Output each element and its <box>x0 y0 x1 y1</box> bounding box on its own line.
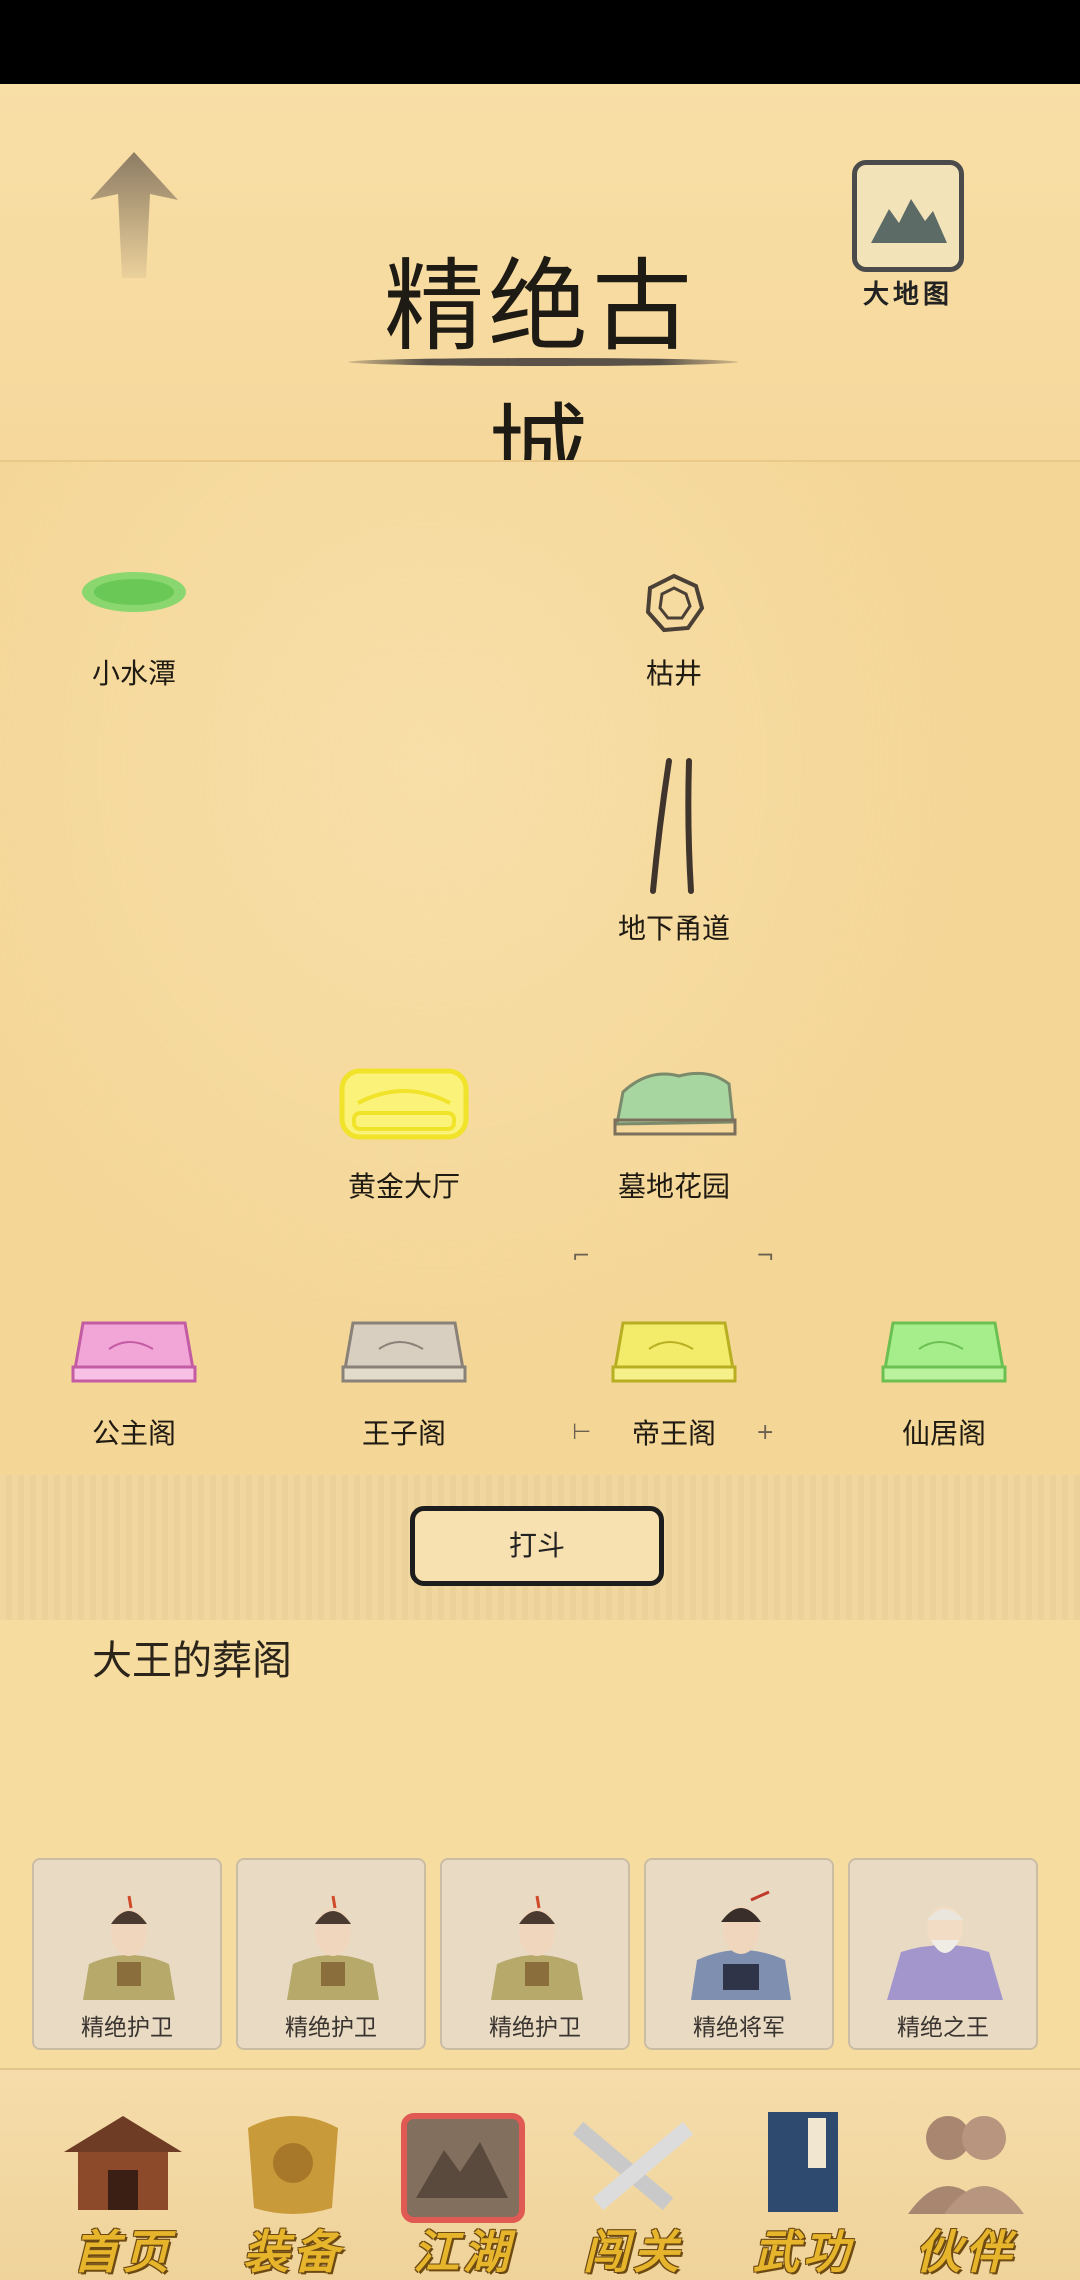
location-princess-pavilion[interactable]: 公主阁 <box>34 1317 234 1462</box>
nav-home[interactable]: 首页 <box>48 2108 198 2279</box>
enemy-name: 精绝护卫 <box>285 2015 377 2041</box>
status-bar <box>0 0 1080 84</box>
location-dry-well[interactable]: 枯井 <box>574 572 774 692</box>
partners-icon <box>908 2116 1024 2214</box>
location-prince-pavilion[interactable]: 王子阁 <box>304 1317 504 1462</box>
gray-chest-icon <box>341 1321 467 1383</box>
nav-label: 首页 <box>73 2225 173 2279</box>
location-label: 枯井 <box>645 657 702 690</box>
location-label: 仙居阁 <box>901 1417 986 1450</box>
scene-title: 大王的葬阁 <box>92 1638 292 1684</box>
tomb-garden-icon <box>613 1071 737 1136</box>
mountain-icon <box>852 160 964 272</box>
location-emperor-pavilion[interactable]: 帝王阁 <box>574 1317 774 1462</box>
nav-label: 闯关 <box>583 2225 683 2279</box>
guard-portrait-icon <box>83 1895 175 2000</box>
green-chest-icon <box>881 1321 1007 1383</box>
location-label: 地下甬道 <box>617 912 730 945</box>
book-icon <box>768 2112 838 2212</box>
enemy-card[interactable]: 精绝护卫 <box>440 1858 630 2050</box>
gold-hall-icon <box>339 1068 469 1140</box>
enemy-card[interactable]: 精绝将军 <box>644 1858 834 2050</box>
title-underline <box>348 358 738 366</box>
armor-icon <box>248 2116 338 2214</box>
location-label: 王子阁 <box>361 1417 446 1450</box>
world-map-label: 大地图 <box>862 280 953 310</box>
location-small-pond[interactable]: 小水潭 <box>34 562 234 690</box>
nav-jianghu[interactable]: 江湖 <box>388 2108 538 2279</box>
nav-label: 装备 <box>243 2225 343 2279</box>
fight-button[interactable]: 打斗 <box>410 1506 664 1586</box>
tunnel-icon <box>650 758 694 894</box>
enemy-card[interactable]: 精绝之王 <box>848 1858 1038 2050</box>
house-icon <box>64 2116 182 2210</box>
nav-label: 伙伴 <box>915 2225 1015 2279</box>
nav-equipment[interactable]: 装备 <box>218 2108 368 2279</box>
location-tomb-garden[interactable]: 墓地花园 <box>574 1062 774 1207</box>
map-area: 小水潭 枯井 地下甬道 黄金大厅 墓地花园 ⌐ ¬ ⊢ + 公主阁 王子阁 帝王… <box>0 460 1080 1475</box>
yellow-chest-icon <box>611 1321 737 1383</box>
header: 精绝古城 大地图 <box>0 84 1080 510</box>
guard-portrait-icon <box>491 1895 583 2000</box>
bracket-mark: ¬ <box>756 1244 775 1269</box>
enemy-name: 精绝护卫 <box>81 2015 173 2041</box>
location-label: 黄金大厅 <box>347 1170 460 1203</box>
up-arrow-icon[interactable] <box>88 150 180 280</box>
nav-label: 武功 <box>753 2225 853 2279</box>
location-label: 帝王阁 <box>631 1417 716 1450</box>
enemy-name: 精绝之王 <box>897 2015 989 2041</box>
enemy-name: 精绝护卫 <box>489 2015 581 2041</box>
enemy-card[interactable]: 精绝护卫 <box>32 1858 222 2050</box>
location-immortal-pavilion[interactable]: 仙居阁 <box>844 1317 1044 1462</box>
location-label: 小水潭 <box>91 657 176 690</box>
location-label: 公主阁 <box>91 1417 176 1450</box>
enemy-card[interactable]: 精绝护卫 <box>236 1858 426 2050</box>
scroll-map-icon <box>401 2113 525 2223</box>
bottom-nav: 首页 装备 江湖 闯关 武功 伙伴 <box>0 2068 1080 2280</box>
nav-challenge[interactable]: 闯关 <box>558 2108 708 2279</box>
pond-icon <box>82 572 186 612</box>
bracket-mark: ⌐ <box>572 1244 591 1269</box>
enemy-list: 精绝护卫 精绝护卫 精绝护卫 精绝将军 精绝之王 <box>32 1858 1042 2052</box>
world-map-button[interactable]: 大地图 <box>852 160 964 310</box>
well-icon <box>645 573 705 633</box>
location-underground-tunnel[interactable]: 地下甬道 <box>574 757 774 947</box>
enemy-name: 精绝将军 <box>693 2015 785 2041</box>
crossed-swords-icon <box>572 2121 694 2211</box>
pink-chest-icon <box>71 1321 197 1383</box>
nav-partners[interactable]: 伙伴 <box>890 2108 1040 2279</box>
nav-label: 江湖 <box>413 2225 513 2279</box>
location-golden-hall[interactable]: 黄金大厅 <box>304 1057 504 1207</box>
general-portrait-icon <box>691 1890 791 2000</box>
location-label: 墓地花园 <box>617 1170 730 1203</box>
nav-martial-arts[interactable]: 武功 <box>728 2108 878 2279</box>
guard-portrait-icon <box>287 1895 379 2000</box>
king-portrait-icon <box>887 1906 1003 2000</box>
